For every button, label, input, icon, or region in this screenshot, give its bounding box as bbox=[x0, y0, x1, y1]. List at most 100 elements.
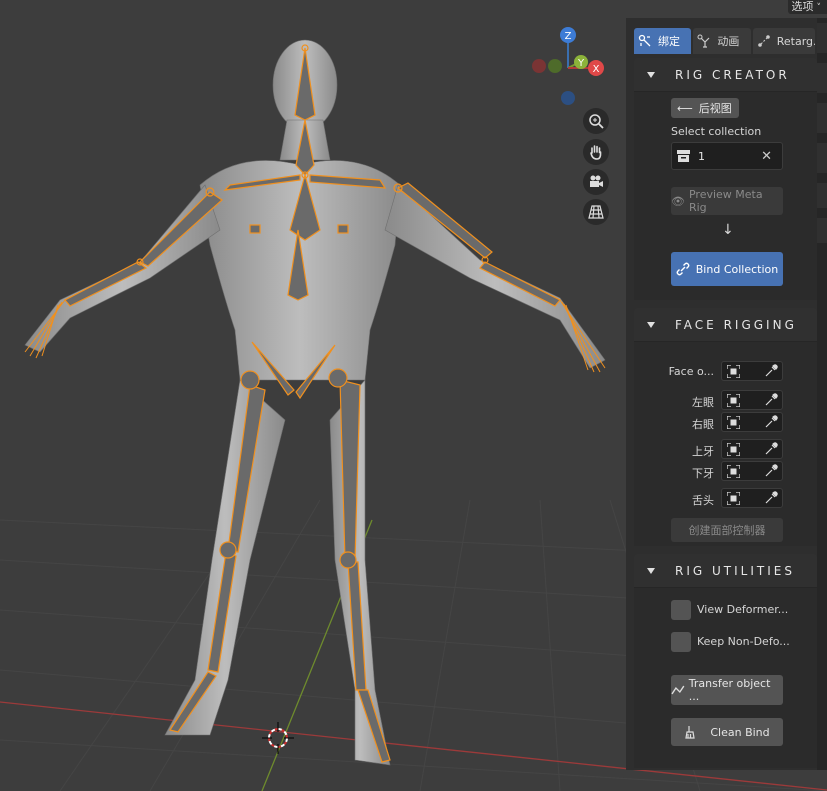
keep-non-deform-checkbox[interactable] bbox=[671, 632, 691, 652]
lower-teeth-label: 下牙 bbox=[692, 467, 714, 480]
left-eye-picker[interactable] bbox=[721, 390, 783, 410]
3d-cursor-icon bbox=[262, 722, 294, 754]
grid-icon[interactable] bbox=[583, 199, 609, 225]
eyedropper-icon[interactable] bbox=[764, 415, 778, 429]
tab-rig[interactable]: 绑定 bbox=[634, 28, 692, 54]
upper-teeth-picker[interactable] bbox=[721, 439, 783, 459]
svg-text:Z: Z bbox=[565, 31, 572, 42]
tab-retarget-label: Retarg... bbox=[776, 34, 815, 48]
options-label: 选项 bbox=[791, 0, 814, 13]
vertical-tab[interactable] bbox=[817, 183, 827, 208]
retarget-icon bbox=[757, 35, 770, 47]
sidebar-panel: 绑定 动画 Retarg... RIG CREATOR ⟵ 后视图 bbox=[626, 18, 817, 770]
upper-teeth-label: 上牙 bbox=[692, 445, 714, 458]
transfer-object-button[interactable]: Transfer object ... bbox=[671, 675, 783, 705]
rig-utilities-body: View Deformer... Keep Non-Defo... Transf… bbox=[634, 588, 817, 768]
right-eye-picker[interactable] bbox=[721, 412, 783, 432]
hand-icon[interactable] bbox=[583, 139, 609, 165]
view-deformer-label: View Deformer... bbox=[697, 603, 789, 616]
vertical-tab[interactable] bbox=[817, 63, 827, 93]
rig-utilities-section: RIG UTILITIES View Deformer... Keep Non-… bbox=[634, 554, 817, 768]
back-view-label: 后视图 bbox=[698, 102, 732, 115]
tab-animation-label: 动画 bbox=[717, 35, 740, 48]
eye-icon: 👁 bbox=[671, 194, 685, 208]
left-eye-label: 左眼 bbox=[692, 396, 714, 409]
arrow-down-icon: ↓ bbox=[722, 222, 734, 238]
tongue-label: 舌头 bbox=[692, 494, 714, 507]
face-rigging-header[interactable]: FACE RIGGING bbox=[634, 308, 817, 342]
face-object-picker[interactable] bbox=[721, 361, 783, 381]
rig-icon bbox=[638, 34, 651, 47]
face-object-label: Face o... bbox=[668, 365, 714, 378]
preview-meta-rig-button[interactable]: 👁 Preview Meta Rig bbox=[671, 187, 783, 215]
arrow-left-icon: ⟵ bbox=[677, 101, 693, 115]
object-select-icon bbox=[727, 365, 740, 378]
tab-retarget[interactable]: Retarg... bbox=[752, 28, 816, 54]
options-menu[interactable]: 选项 ˅ bbox=[787, 0, 827, 14]
vertical-tab[interactable] bbox=[817, 218, 827, 243]
collection-box-icon bbox=[677, 150, 690, 162]
select-collection-label: Select collection bbox=[671, 125, 762, 138]
svg-text:X: X bbox=[593, 64, 600, 75]
vertical-tab[interactable] bbox=[817, 23, 827, 53]
clear-close-icon[interactable]: ✕ bbox=[761, 149, 772, 164]
svg-text:Y: Y bbox=[577, 58, 585, 69]
broom-icon bbox=[685, 726, 696, 739]
face-rigging-body: Face o... 左眼 右眼 上牙 下牙 舌头 创建面部控制器 bbox=[634, 342, 817, 546]
clean-bind-label: Clean Bind bbox=[710, 725, 770, 739]
rig-utilities-header[interactable]: RIG UTILITIES bbox=[634, 554, 817, 588]
chevron-down-icon: ˅ bbox=[816, 3, 822, 13]
object-select-icon bbox=[727, 465, 740, 478]
rig-creator-section: RIG CREATOR ⟵ 后视图 Select collection 1 ✕ … bbox=[634, 58, 817, 300]
vertical-tab[interactable] bbox=[817, 103, 827, 133]
human-body-mesh bbox=[24, 39, 606, 766]
rig-creator-header[interactable]: RIG CREATOR bbox=[634, 58, 817, 92]
eyedropper-icon[interactable] bbox=[764, 442, 778, 456]
camera-icon[interactable] bbox=[583, 169, 609, 195]
bind-collection-label: Bind Collection bbox=[695, 262, 779, 276]
tongue-picker[interactable] bbox=[721, 488, 783, 508]
animation-icon bbox=[697, 34, 710, 48]
zoom-icon[interactable] bbox=[583, 108, 609, 134]
rig-creator-title: RIG CREATOR bbox=[675, 67, 790, 82]
transfer-icon bbox=[671, 685, 685, 695]
face-rigging-title: FACE RIGGING bbox=[675, 317, 797, 332]
eyedropper-icon[interactable] bbox=[764, 491, 778, 505]
vertical-tab-strip bbox=[817, 18, 827, 770]
collection-field[interactable]: 1 ✕ bbox=[671, 142, 783, 170]
back-view-button[interactable]: ⟵ 后视图 bbox=[671, 98, 739, 118]
rig-creator-body: ⟵ 后视图 Select collection 1 ✕ 👁 Preview Me… bbox=[634, 92, 817, 300]
object-select-icon bbox=[727, 492, 740, 505]
panel-tabs: 绑定 动画 Retarg... bbox=[634, 28, 817, 54]
create-face-controls-button[interactable]: 创建面部控制器 bbox=[671, 518, 783, 542]
bind-collection-button[interactable]: Bind Collection bbox=[671, 252, 783, 286]
view-deformer-checkbox[interactable] bbox=[671, 600, 691, 620]
object-select-icon bbox=[727, 394, 740, 407]
object-select-icon bbox=[727, 443, 740, 456]
object-select-icon bbox=[727, 416, 740, 429]
lower-teeth-picker[interactable] bbox=[721, 461, 783, 481]
vertical-tab[interactable] bbox=[817, 143, 827, 173]
eyedropper-icon[interactable] bbox=[764, 364, 778, 378]
keep-non-deform-label: Keep Non-Defo... bbox=[697, 635, 790, 648]
eyedropper-icon[interactable] bbox=[764, 393, 778, 407]
blender-window: Z Y X 选项 ˅ 绑定 动画 Retarg RIG CREATOR ⟵ 后视… bbox=[0, 0, 827, 791]
clean-bind-button[interactable]: Clean Bind bbox=[671, 718, 783, 746]
eyedropper-icon[interactable] bbox=[764, 464, 778, 478]
face-rigging-section: FACE RIGGING Face o... 左眼 右眼 上牙 下牙 舌头 创建… bbox=[634, 308, 817, 546]
transfer-object-label: Transfer object ... bbox=[688, 677, 771, 703]
create-face-controls-label: 创建面部控制器 bbox=[688, 524, 766, 537]
rig-utilities-title: RIG UTILITIES bbox=[675, 563, 795, 578]
collapse-triangle-icon bbox=[647, 567, 655, 574]
tab-rig-label: 绑定 bbox=[658, 35, 680, 48]
navigation-gizmo[interactable]: Z Y X bbox=[528, 24, 608, 108]
gizmo-neg-z-axis bbox=[561, 91, 575, 105]
tab-animation[interactable]: 动画 bbox=[693, 28, 751, 54]
preview-meta-rig-label: Preview Meta Rig bbox=[688, 188, 763, 214]
link-icon bbox=[676, 262, 690, 276]
gizmo-neg-y-axis bbox=[548, 59, 562, 73]
collapse-triangle-icon bbox=[647, 71, 655, 78]
right-eye-label: 右眼 bbox=[692, 418, 714, 431]
collapse-triangle-icon bbox=[647, 321, 655, 328]
gizmo-neg-x-axis bbox=[532, 59, 546, 73]
